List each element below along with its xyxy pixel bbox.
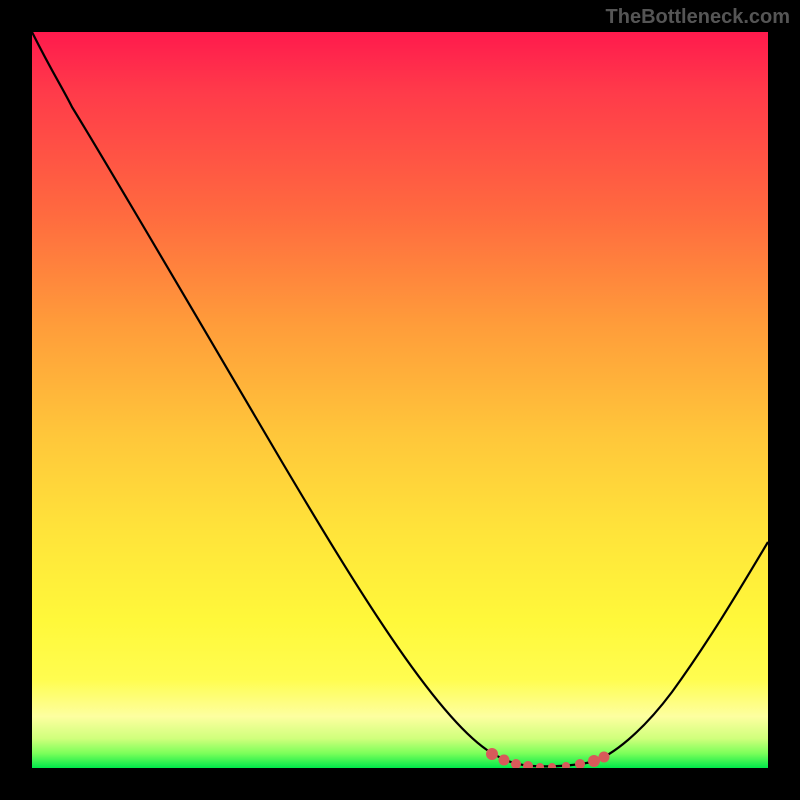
- optimal-dot: [575, 759, 585, 768]
- optimal-dots-container: [32, 32, 768, 768]
- optimal-dot: [523, 761, 533, 768]
- optimal-dot: [536, 763, 544, 768]
- optimal-dot: [548, 763, 556, 768]
- optimal-dot: [499, 755, 510, 766]
- watermark-text: TheBottleneck.com: [606, 6, 790, 29]
- optimal-dot: [562, 762, 570, 768]
- optimal-dot: [486, 748, 498, 760]
- plot-area: [32, 32, 768, 768]
- optimal-dot: [599, 752, 610, 763]
- optimal-dot: [511, 759, 521, 768]
